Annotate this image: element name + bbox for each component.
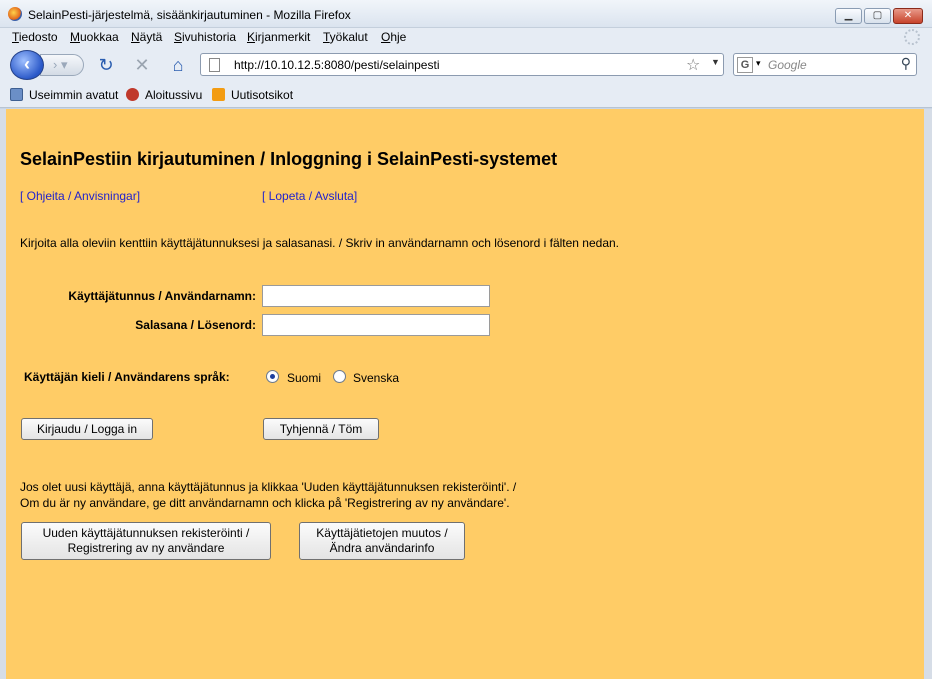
modify-user-info-button[interactable]: Käyttäjätietojen muutos / Ändra användar… — [299, 522, 465, 560]
password-label: Salasana / Lösenord: — [135, 318, 256, 332]
close-button[interactable]: ✕ — [893, 8, 923, 24]
bookmark-folder-icon — [10, 88, 23, 101]
new-user-info: Jos olet uusi käyttäjä, anna käyttäjätun… — [20, 479, 516, 511]
bookmark-start-page[interactable]: Aloitussivu — [126, 88, 202, 102]
username-label: Käyttäjätunnus / Användarnamn: — [68, 289, 256, 303]
bookmarks-toolbar: Useimmin avatut Aloitussivu Uutisotsikot — [0, 82, 932, 108]
menu-muokkaa[interactable]: Muokkaa — [70, 30, 119, 44]
menu-bar: Tiedosto Muokkaa Näytä Sivuhistoria Kirj… — [0, 28, 932, 48]
instructions-text: Kirjoita alla oleviin kenttiin käyttäjät… — [20, 236, 620, 250]
firefox-icon — [8, 7, 22, 21]
menu-nayta[interactable]: Näytä — [131, 30, 162, 44]
bookmark-most-visited[interactable]: Useimmin avatut — [10, 88, 118, 102]
minimize-button[interactable]: ▁ — [835, 8, 862, 24]
reload-icon[interactable]: ↻ — [94, 54, 118, 76]
bookmark-label: Uutisotsikot — [231, 88, 294, 102]
bookmark-news-feeds[interactable]: Uutisotsikot — [212, 88, 293, 102]
language-option-suomi[interactable]: Suomi — [287, 371, 321, 385]
page-icon — [209, 58, 220, 72]
language-label: Käyttäjän kieli / Användarens språk: — [24, 370, 230, 384]
google-engine-icon[interactable]: G — [737, 57, 753, 73]
history-dropdown-icon[interactable]: ▼ — [711, 57, 720, 67]
maximize-button[interactable]: ▢ — [864, 8, 891, 24]
address-bar[interactable]: http://10.10.12.5:8080/pesti/selainpesti… — [200, 53, 724, 76]
modify-button-line: Käyttäjätietojen muutos / — [316, 526, 448, 540]
bookmark-star-icon[interactable]: ☆ — [686, 55, 700, 75]
password-input[interactable] — [262, 314, 490, 336]
language-radio-svenska[interactable] — [333, 370, 346, 383]
start-page-icon — [126, 88, 139, 101]
register-new-user-button[interactable]: Uuden käyttäjätunnuksen rekisteröinti / … — [21, 522, 271, 560]
language-option-svenska[interactable]: Svenska — [353, 371, 399, 385]
stop-icon[interactable]: ✕ — [130, 54, 154, 76]
bookmark-label: Aloitussivu — [145, 88, 203, 102]
bookmark-label: Useimmin avatut — [29, 88, 119, 102]
language-radio-suomi[interactable] — [266, 370, 279, 383]
page-content: SelainPestiin kirjautuminen / Inloggning… — [6, 109, 924, 679]
title-bar: SelainPesti-järjestelmä, sisäänkirjautum… — [0, 0, 932, 28]
modify-button-line: Ändra användarinfo — [329, 541, 435, 555]
window-border — [924, 109, 932, 679]
search-input[interactable]: Google — [768, 58, 807, 72]
menu-kirjanmerkit[interactable]: Kirjanmerkit — [247, 30, 310, 44]
login-button[interactable]: Kirjaudu / Logga in — [21, 418, 153, 440]
window-title: SelainPesti-järjestelmä, sisäänkirjautum… — [28, 8, 351, 22]
back-button[interactable]: ‹ — [10, 50, 44, 80]
register-button-line: Uuden käyttäjätunnuksen rekisteröinti / — [42, 526, 250, 540]
search-bar[interactable]: G ▾ Google ⚲ — [733, 53, 917, 76]
new-user-info-line: Om du är ny användare, ge ditt användarn… — [20, 496, 510, 510]
menu-ohje[interactable]: Ohje — [381, 30, 406, 44]
engine-dropdown-icon[interactable]: ▾ — [756, 58, 761, 69]
new-user-info-line: Jos olet uusi käyttäjä, anna käyttäjätun… — [20, 480, 517, 494]
forward-button[interactable]: › ▾ — [40, 54, 84, 76]
home-icon[interactable]: ⌂ — [166, 54, 190, 76]
rss-icon — [212, 88, 225, 101]
menu-tiedosto[interactable]: Tiedosto — [12, 30, 58, 44]
menu-sivuhistoria[interactable]: Sivuhistoria — [174, 30, 236, 44]
search-icon[interactable]: ⚲ — [901, 55, 911, 72]
throbber-icon — [904, 29, 920, 45]
menu-tyokalut[interactable]: Työkalut — [323, 30, 368, 44]
help-link[interactable]: [ Ohjeita / Anvisningar] — [20, 189, 140, 203]
username-input[interactable] — [262, 285, 490, 307]
page-title: SelainPestiin kirjautuminen / Inloggning… — [20, 149, 558, 169]
register-button-line: Registrering av ny användare — [67, 541, 225, 555]
quit-link[interactable]: [ Lopeta / Avsluta] — [262, 189, 357, 203]
address-url[interactable]: http://10.10.12.5:8080/pesti/selainpesti — [234, 58, 439, 72]
clear-button[interactable]: Tyhjennä / Töm — [263, 418, 379, 440]
